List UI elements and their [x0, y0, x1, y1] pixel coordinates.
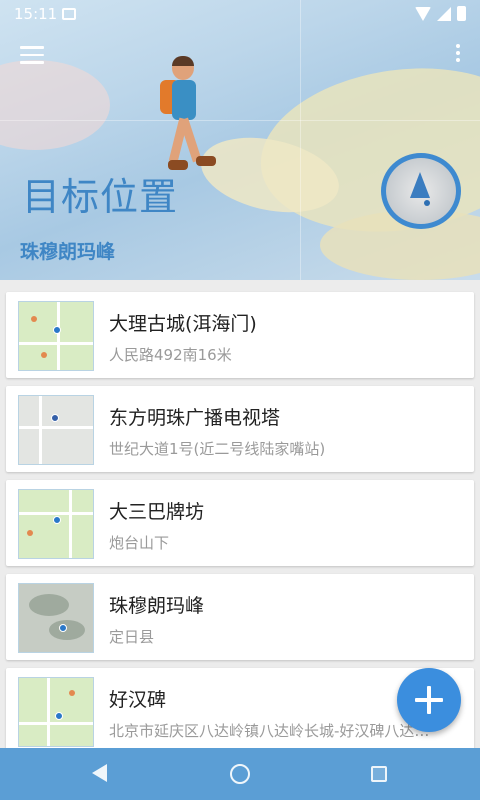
home-icon[interactable]: [230, 764, 250, 784]
hiker-figure-image: [150, 56, 220, 176]
status-bar: 15:11: [0, 0, 480, 28]
compass-arrow: [410, 172, 430, 198]
wifi-icon: [415, 6, 431, 21]
location-name: 大三巴牌坊: [109, 501, 205, 523]
list-item[interactable]: 大理古城(洱海门) 人民路492南16米: [6, 292, 474, 378]
recents-icon[interactable]: [371, 766, 387, 782]
map-grid-line: [300, 0, 301, 280]
header-banner: 15:11 目标位置 珠穆朗玛峰: [0, 0, 480, 280]
signal-icon: [437, 6, 451, 21]
map-thumbnail: [18, 677, 94, 747]
location-name: 好汉碑: [109, 689, 167, 711]
back-icon[interactable]: [92, 764, 107, 782]
compass-location-dot: [424, 200, 430, 206]
location-address: 定日县: [109, 628, 155, 646]
location-address: 世纪大道1号(近二号线陆家嘴站): [109, 440, 326, 458]
map-grid-line: [0, 120, 480, 121]
location-address: 人民路492南16米: [109, 346, 232, 364]
list-item[interactable]: 东方明珠广播电视塔 世纪大道1号(近二号线陆家嘴站): [6, 386, 474, 472]
location-address: 炮台山下: [109, 534, 170, 552]
location-name: 大理古城(洱海门): [109, 313, 257, 335]
map-landmass: [0, 60, 110, 150]
page-title: 目标位置: [22, 175, 179, 219]
map-thumbnail: [18, 301, 94, 371]
image-icon: [62, 8, 76, 20]
hamburger-menu-icon[interactable]: [20, 46, 44, 66]
system-nav-bar: [0, 748, 480, 800]
map-thumbnail: [18, 395, 94, 465]
location-name: 东方明珠广播电视塔: [109, 407, 281, 429]
map-thumbnail: [18, 489, 94, 559]
add-location-button[interactable]: [397, 668, 461, 732]
status-time: 15:11: [14, 5, 58, 23]
compass-icon[interactable]: [381, 153, 461, 229]
more-vert-icon[interactable]: [454, 44, 462, 66]
battery-icon: [457, 6, 466, 21]
map-thumbnail: [18, 583, 94, 653]
list-item[interactable]: 大三巴牌坊 炮台山下: [6, 480, 474, 566]
list-item[interactable]: 珠穆朗玛峰 定日县: [6, 574, 474, 660]
target-location-name: 珠穆朗玛峰: [20, 241, 116, 263]
location-name: 珠穆朗玛峰: [109, 595, 205, 617]
